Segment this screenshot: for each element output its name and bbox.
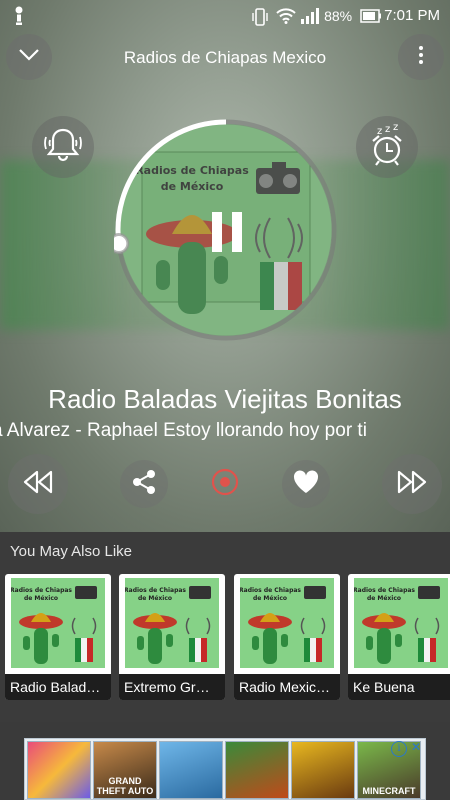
ad-close-icon[interactable]: ✕ (409, 740, 423, 754)
thumb-logo-line1: Radios de Chiapas (240, 587, 301, 594)
progress-knob[interactable] (114, 233, 130, 255)
thumb-logo-line2: de México (138, 595, 172, 602)
thumb-logo-line2: de México (253, 595, 287, 602)
thumb-logo-line2: de México (367, 595, 401, 602)
recommendation-thumbnail: Radios de Chiapas de México (10, 578, 105, 668)
section-title: You May Also Like (10, 543, 133, 560)
sleep-alarm-clock-icon: zzz (365, 122, 409, 172)
signal-icon (300, 7, 320, 24)
recommendation-label: Radio Balad… (5, 674, 111, 700)
ad-tile-candy[interactable] (27, 741, 91, 799)
ad-tile-swampy[interactable] (159, 741, 223, 799)
recommendation-card[interactable]: Radios de Chiapas de México Ke Buena (348, 574, 450, 700)
ad-tile-temple[interactable] (291, 741, 355, 799)
heart-icon (292, 469, 320, 500)
next-button[interactable] (382, 454, 442, 514)
track-info: a Alvarez - Raphael Estoy llorando hoy p… (0, 420, 450, 442)
page-title: Radios de Chiapas Mexico (123, 48, 327, 67)
fast-forward-icon (396, 469, 428, 500)
favorite-button[interactable] (282, 460, 330, 508)
recommendation-label: Radio Mexic… (234, 674, 340, 700)
alarm-button[interactable] (32, 116, 94, 178)
record-icon (210, 467, 240, 502)
recommendations-section: You May Also Like Radios de Chiapas de Mé… (0, 532, 450, 722)
ad-tile-fruit[interactable] (225, 741, 289, 799)
more-options-button[interactable] (398, 34, 444, 80)
rewind-icon (22, 469, 54, 500)
ad-banner[interactable]: GRAND THEFT AUTO MINECRAFT i ✕ (24, 738, 426, 800)
sleep-timer-button[interactable]: zzz (356, 116, 418, 178)
recommendation-card[interactable]: Radios de Chiapas de México Extremo Gr… (119, 574, 225, 700)
player-area: 88% 7:01 PM Radios de Chiapas Mexico zzz (0, 0, 450, 532)
svg-text:z: z (377, 126, 382, 137)
ad-tile-gta[interactable]: GRAND THEFT AUTO (93, 741, 157, 799)
station-title: Radio Baladas Viejitas Bonitas (48, 384, 402, 414)
bell-icon (41, 125, 85, 170)
recommendation-label: Ke Buena (348, 674, 450, 700)
ad-tile-gta-text: GRAND THEFT AUTO (96, 776, 154, 796)
battery-percent: 88% (324, 7, 353, 24)
status-bar: 88% 7:01 PM (0, 0, 450, 32)
top-bar: Radios de Chiapas Mexico (0, 34, 450, 80)
clock: 7:01 PM (384, 7, 440, 24)
share-icon (131, 469, 157, 500)
svg-text:z: z (393, 123, 398, 133)
ad-tile-minecraft-text: MINECRAFT (362, 786, 416, 796)
vibrate-icon (252, 7, 268, 26)
thumb-logo-line2: de México (24, 595, 58, 602)
more-vertical-icon (418, 45, 424, 70)
recommendation-thumbnail: Radios de Chiapas de México (124, 578, 219, 668)
record-button[interactable] (207, 466, 243, 502)
track-text: a Alvarez - Raphael Estoy llorando hoy p… (0, 420, 367, 441)
thumb-logo-line1: Radios de Chiapas (354, 587, 415, 594)
playback-progress-ring[interactable] (114, 118, 338, 342)
thumb-logo-line1: Radios de Chiapas (11, 587, 72, 594)
wifi-icon (276, 7, 296, 24)
recommendation-thumbnail: Radios de Chiapas de México (353, 578, 448, 668)
share-button[interactable] (120, 460, 168, 508)
svg-text:z: z (385, 124, 390, 135)
thumb-logo-line1: Radios de Chiapas (125, 587, 186, 594)
recommendation-thumbnail: Radios de Chiapas de México (239, 578, 334, 668)
notification-icon (12, 6, 26, 30)
recommendation-card[interactable]: Radios de Chiapas de México Radio Mexic… (234, 574, 340, 700)
recommendation-card[interactable]: Radios de Chiapas de México Radio Balad… (5, 574, 111, 700)
previous-button[interactable] (8, 454, 68, 514)
recommendation-label: Extremo Gr… (119, 674, 225, 700)
battery-icon (360, 8, 382, 24)
ad-info-icon[interactable]: i (391, 741, 407, 757)
ad-bar: GRAND THEFT AUTO MINECRAFT i ✕ (0, 722, 450, 800)
artwork-container[interactable]: Radios de Chiapas de México (114, 118, 338, 342)
